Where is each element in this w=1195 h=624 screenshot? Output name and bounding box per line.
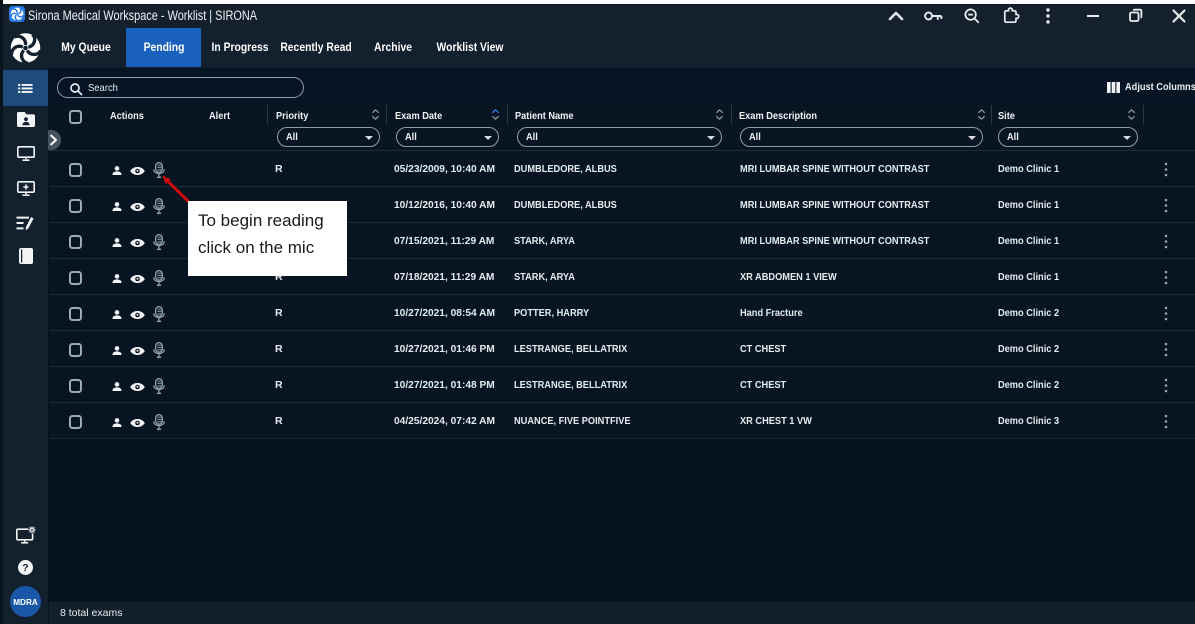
svg-text:?: ? [22, 562, 28, 574]
svg-text:MDRA: MDRA [13, 598, 38, 607]
